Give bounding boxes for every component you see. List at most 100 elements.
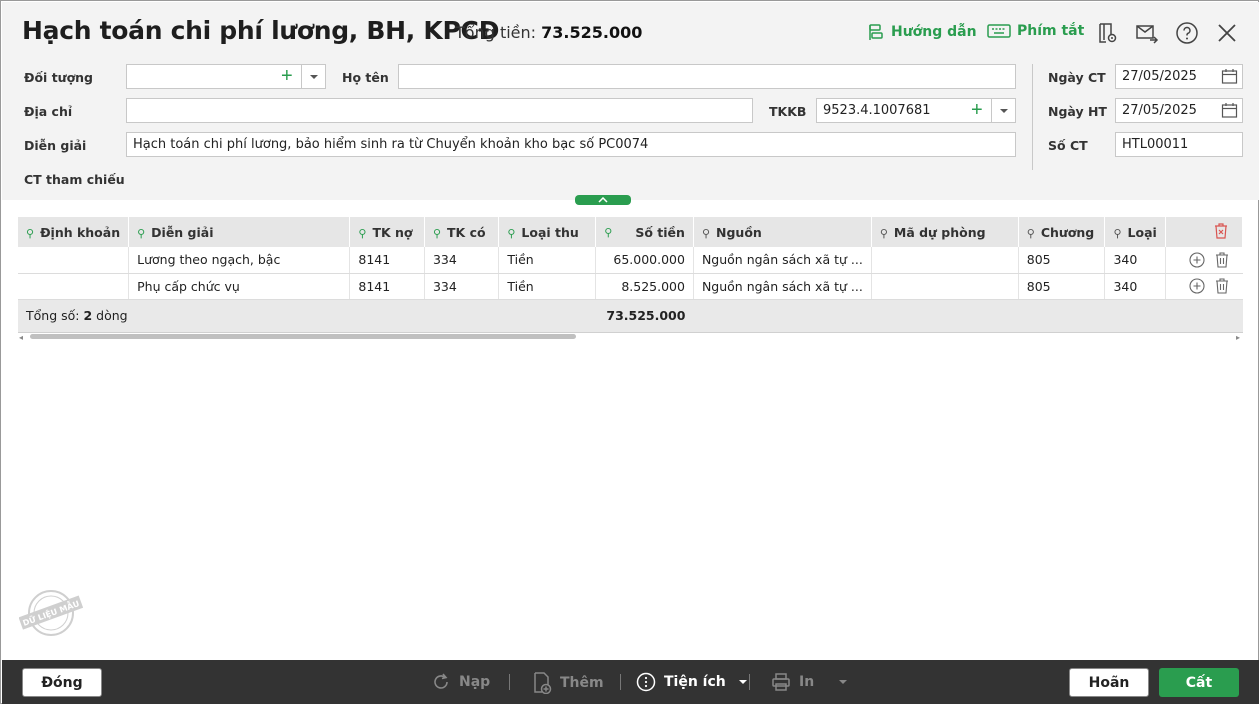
close-button[interactable]: Đóng (22, 668, 102, 697)
col-tk-no[interactable]: ⚲ TK nợ (349, 217, 425, 247)
pin-icon[interactable]: ⚲ (604, 226, 612, 239)
accounting-grid: ⚲ Định khoản ⚲ Diễn giải ⚲ TK nợ ⚲ TK có ⚲ Lo… (18, 217, 1244, 333)
close-icon[interactable] (1215, 21, 1239, 45)
print-menu[interactable]: In (771, 672, 848, 692)
so-ct-input[interactable]: HTL00011 (1115, 132, 1243, 157)
col-ma-du-phong[interactable]: ⚲ Mã dự phòng (871, 217, 1019, 247)
add-button[interactable]: Thêm (532, 672, 604, 694)
toolbar-divider (749, 674, 750, 690)
ho-ten-label: Họ tên (342, 70, 389, 85)
pin-icon[interactable]: ⚲ (702, 227, 710, 240)
utilities-menu[interactable]: Tiện ích (636, 672, 748, 692)
pin-icon[interactable]: ⚲ (137, 227, 145, 240)
cell-nguon[interactable]: Nguồn ngân sách xã tự ... (693, 247, 872, 274)
chevron-down-icon (309, 74, 318, 79)
pin-icon[interactable]: ⚲ (1027, 227, 1035, 240)
collapse-header-button[interactable] (575, 195, 631, 205)
doi-tuong-input[interactable] (126, 64, 326, 89)
pin-icon[interactable]: ⚲ (26, 227, 34, 240)
add-row-icon[interactable] (1188, 278, 1205, 294)
toolbar-divider (509, 674, 510, 690)
cell-tk-no[interactable]: 8141 (349, 273, 425, 300)
doi-tuong-label: Đối tượng (24, 70, 94, 85)
cell-dinh-khoan[interactable] (18, 247, 130, 274)
sample-data-stamp: DỮ LIỆU MẪU (19, 590, 83, 636)
doi-tuong-dropdown[interactable] (301, 65, 325, 88)
cell-nguon[interactable]: Nguồn ngân sách xã tự ... (693, 273, 872, 300)
cell-loai[interactable]: 340 (1104, 273, 1166, 300)
refresh-icon (434, 673, 448, 689)
reload-button[interactable]: Nạp (431, 672, 490, 692)
cell-so-tien[interactable]: 8.525.000 (595, 273, 694, 300)
dia-chi-input[interactable] (126, 98, 753, 123)
add-document-icon (534, 672, 552, 694)
save-button[interactable]: Cất (1159, 668, 1239, 697)
cell-loai-thu[interactable]: Tiền (498, 273, 597, 300)
chevron-down-icon (999, 108, 1008, 113)
tkkb-input[interactable]: 9523.4.1007681 (816, 98, 1016, 123)
ct-tham-chieu-label[interactable]: CT tham chiếu (24, 172, 125, 187)
table-row[interactable]: Phụ cấp chức vụ 8141 334 Tiền 8.525.000 … (18, 273, 1243, 300)
dialog-window: Hạch toán chi phí lương, BH, KPCĐ Tổng t… (0, 0, 1259, 704)
shortcuts-link[interactable]: Phím tắt (987, 23, 1084, 39)
so-ct-label: Số CT (1048, 138, 1088, 153)
printer-icon (772, 673, 790, 691)
col-dinh-khoan[interactable]: ⚲ Định khoản (18, 217, 130, 247)
summary-row: Tổng số: 2 dòng 73.525.000 (18, 299, 1243, 333)
col-loai[interactable]: ⚲ Loại (1104, 217, 1166, 247)
cell-dinh-khoan[interactable] (18, 273, 130, 300)
ho-ten-input[interactable] (398, 64, 1016, 89)
add-doi-tuong-icon[interactable]: + (281, 66, 293, 86)
guide-link[interactable]: Hướng dẫn (867, 23, 977, 41)
col-chuong[interactable]: ⚲ Chương (1018, 217, 1106, 247)
cell-ma-du-phong[interactable] (871, 273, 1019, 300)
cell-chuong[interactable]: 805 (1018, 247, 1106, 274)
pin-icon[interactable]: ⚲ (507, 227, 515, 240)
table-row[interactable]: Lương theo ngạch, bậc 8141 334 Tiền 65.0… (18, 247, 1243, 274)
ngay-ct-label: Ngày CT (1048, 70, 1106, 85)
delete-all-rows-icon[interactable] (1214, 222, 1228, 239)
cell-loai[interactable]: 340 (1104, 247, 1166, 274)
cell-ma-du-phong[interactable] (871, 247, 1019, 274)
pin-icon[interactable]: ⚲ (358, 227, 366, 240)
col-so-tien[interactable]: ⚲ Số tiền (595, 217, 694, 247)
grid-header-row: ⚲ Định khoản ⚲ Diễn giải ⚲ TK nợ ⚲ TK có ⚲ Lo… (18, 217, 1244, 247)
calendar-icon[interactable] (1221, 102, 1238, 119)
cell-tk-co[interactable]: 334 (424, 273, 500, 300)
guide-label: Hướng dẫn (891, 24, 977, 40)
add-tkkb-icon[interactable]: + (971, 100, 983, 120)
cell-tk-co[interactable]: 334 (424, 247, 500, 274)
delete-row-icon[interactable] (1215, 252, 1229, 268)
scroll-left-icon[interactable]: ◂ (19, 333, 23, 342)
tkkb-dropdown[interactable] (991, 99, 1015, 122)
preview-document-icon[interactable] (1095, 21, 1119, 45)
pin-icon[interactable]: ⚲ (1113, 227, 1121, 240)
send-mail-icon[interactable] (1135, 21, 1159, 45)
help-icon[interactable] (1175, 21, 1199, 45)
delete-row-icon[interactable] (1215, 278, 1229, 294)
add-row-icon[interactable] (1188, 252, 1205, 268)
keyboard-icon (987, 24, 1011, 38)
cell-so-tien[interactable]: 65.000.000 (595, 247, 694, 274)
summary-total: 73.525.000 (595, 299, 694, 333)
col-loai-thu[interactable]: ⚲ Loại thu (498, 217, 597, 247)
cell-dien-giai[interactable]: Lương theo ngạch, bậc (128, 247, 351, 274)
postpone-button[interactable]: Hoãn (1069, 668, 1149, 697)
dien-giai-label: Diễn giải (24, 138, 87, 153)
pin-icon[interactable]: ⚲ (433, 227, 441, 240)
horizontal-scrollbar[interactable] (30, 334, 576, 339)
col-tk-co[interactable]: ⚲ TK có (424, 217, 500, 247)
pin-icon[interactable]: ⚲ (880, 227, 888, 240)
dien-giai-input[interactable]: Hạch toán chi phí lương, bảo hiểm sinh r… (126, 132, 1016, 157)
cell-chuong[interactable]: 805 (1018, 273, 1106, 300)
col-dien-giai[interactable]: ⚲ Diễn giải (128, 217, 351, 247)
scroll-right-icon[interactable]: ▸ (1236, 333, 1240, 342)
col-actions (1165, 217, 1244, 247)
cell-row-actions (1165, 273, 1243, 300)
cell-loai-thu[interactable]: Tiền (498, 247, 597, 274)
calendar-icon[interactable] (1221, 68, 1238, 85)
col-nguon[interactable]: ⚲ Nguồn (693, 217, 872, 247)
info-more-icon (636, 672, 656, 692)
cell-tk-no[interactable]: 8141 (349, 247, 425, 274)
cell-dien-giai[interactable]: Phụ cấp chức vụ (128, 273, 351, 300)
